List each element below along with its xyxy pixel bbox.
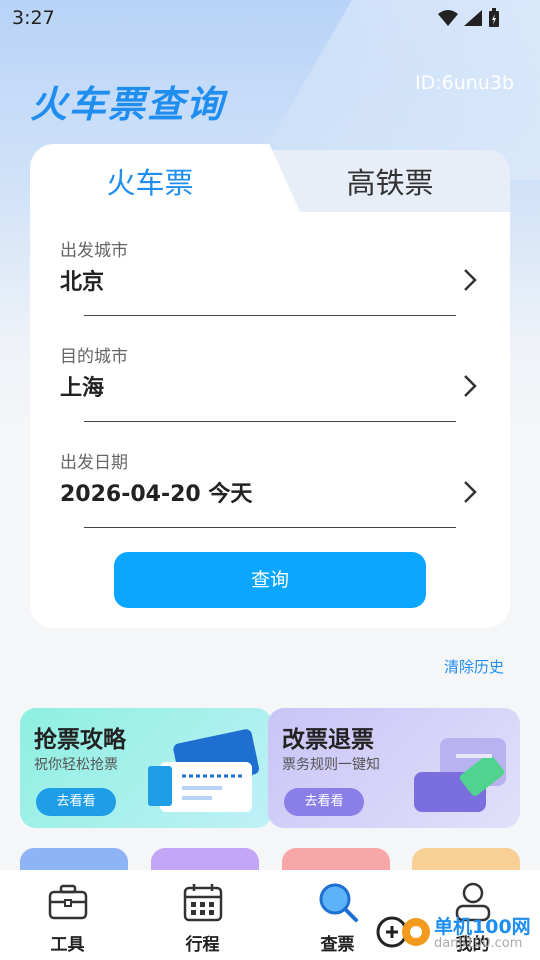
watermark-logo-icon	[376, 916, 430, 948]
more-shortcuts-row	[0, 848, 540, 878]
clear-history-link[interactable]: 清除历史	[444, 656, 504, 677]
nav-label: 行程	[185, 935, 220, 955]
tab-high-speed-ticket[interactable]: 高铁票	[270, 158, 510, 208]
destination-city-field[interactable]: 目的城市 上海	[60, 342, 480, 448]
promo-subtitle: 祝你轻松抢票	[34, 757, 118, 773]
promo-button[interactable]: 去看看	[36, 788, 116, 816]
promo-button[interactable]: 去看看	[284, 788, 364, 816]
nav-item-itinerary[interactable]: 行程	[135, 870, 270, 960]
field-label: 目的城市	[60, 347, 128, 367]
promo-title: 抢票攻略	[34, 727, 126, 753]
search-icon	[319, 883, 358, 922]
user-id: ID:6unu3b	[415, 72, 514, 94]
status-bar: 3:27	[0, 0, 540, 36]
field-label: 出发城市	[60, 241, 128, 261]
watermark-text: 单机100网	[434, 916, 531, 938]
field-value: 2026-04-20 今天	[60, 482, 253, 507]
divider	[84, 527, 456, 528]
chevron-right-icon	[464, 269, 477, 291]
nav-item-tools[interactable]: 工具	[0, 870, 135, 960]
query-button[interactable]: 查询	[114, 552, 426, 608]
status-time: 3:27	[12, 7, 55, 29]
search-card: 火车票 高铁票 出发城市 北京 目的城市 上海 出发日期 2026-04-20 …	[30, 144, 510, 628]
calendar-icon	[183, 884, 223, 922]
promo-card-change-refund[interactable]: 改票退票 票务规则一键知 去看看	[268, 708, 520, 828]
field-value: 上海	[60, 376, 105, 401]
toolbox-icon	[48, 884, 88, 920]
promo-title: 改票退票	[282, 727, 374, 753]
signal-icon	[464, 10, 482, 26]
promo-card-ticket-guide[interactable]: 抢票攻略 祝你轻松抢票 去看看	[20, 708, 272, 828]
watermark-subtext: danji100.com	[434, 936, 523, 951]
promo-subtitle: 票务规则一键知	[282, 757, 380, 773]
field-value: 北京	[60, 270, 105, 295]
chevron-right-icon	[464, 481, 477, 503]
status-icons	[438, 8, 500, 28]
refund-ticket-icon	[414, 738, 506, 812]
field-label: 出发日期	[60, 453, 128, 473]
divider	[84, 421, 456, 422]
divider	[84, 315, 456, 316]
departure-date-field[interactable]: 出发日期 2026-04-20 今天	[60, 448, 480, 554]
nav-label: 工具	[50, 935, 85, 955]
wifi-icon	[438, 10, 458, 26]
watermark: 单机100网 danji100.com	[376, 908, 536, 958]
chevron-right-icon	[464, 375, 477, 397]
battery-icon	[489, 8, 499, 27]
tab-train-ticket[interactable]: 火车票	[30, 158, 270, 208]
departure-city-field[interactable]: 出发城市 北京	[60, 236, 480, 342]
train-ticket-icon	[148, 729, 259, 812]
page-title: 火车票查询	[30, 83, 225, 126]
